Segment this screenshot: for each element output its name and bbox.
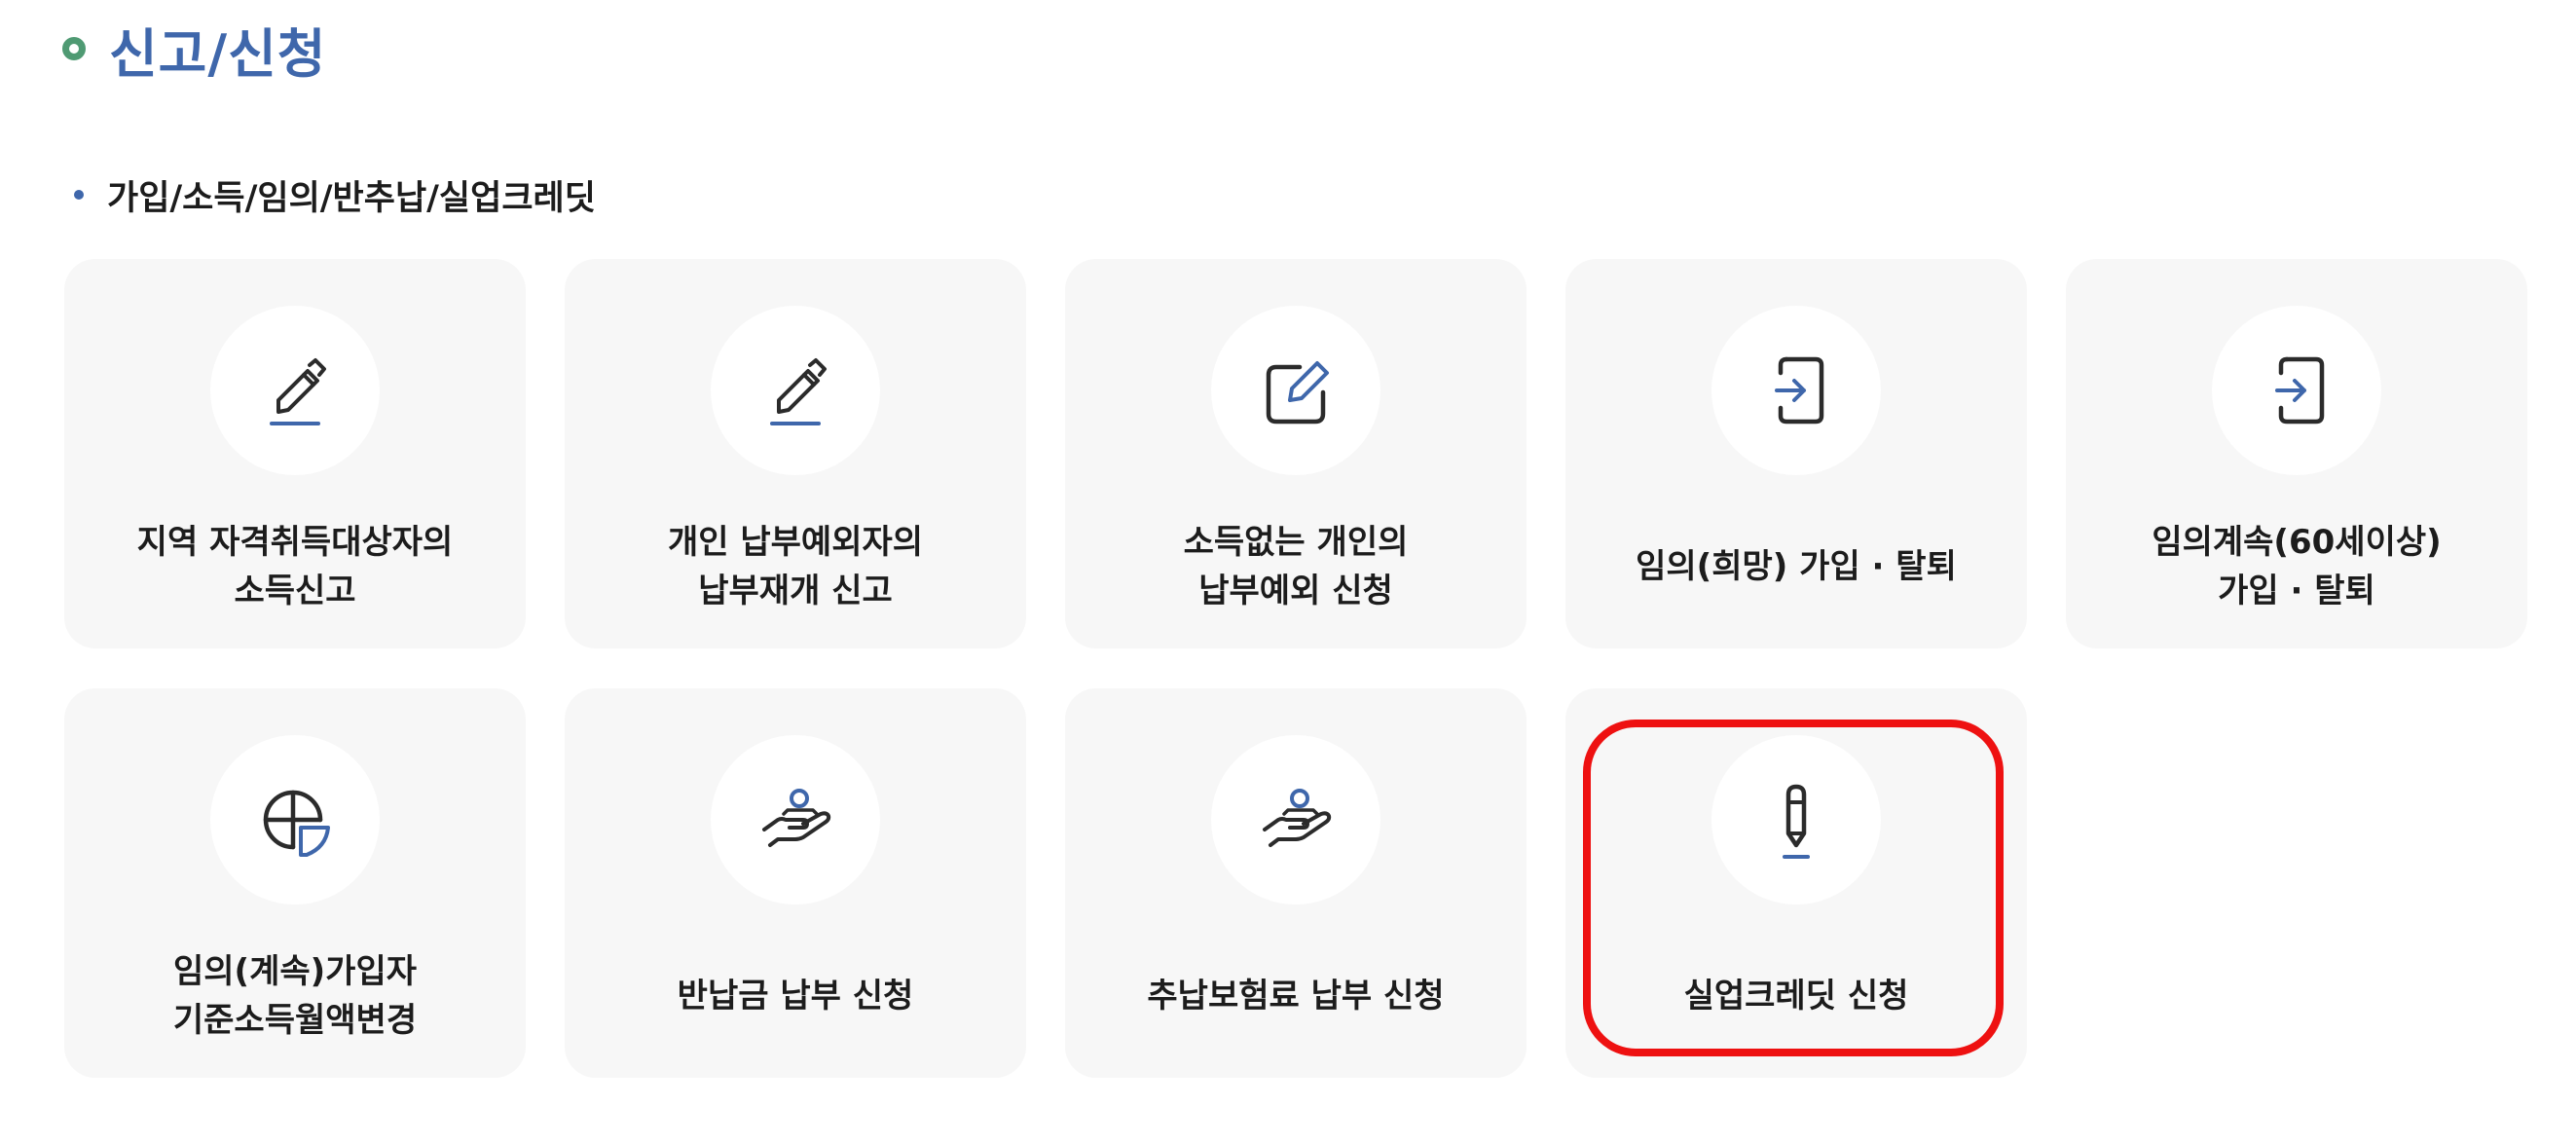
service-card-label-line: 반납금 납부 신청 [677, 977, 914, 1016]
pie-chart-icon [210, 735, 380, 905]
service-card-label-line: 추납보험료 납부 신청 [1147, 977, 1445, 1016]
service-card[interactable]: 임의(계속)가입자기준소득월액변경 [64, 688, 526, 1078]
section-title: 가입/소득/임의/반추납/실업크레딧 [74, 167, 596, 222]
service-card[interactable]: 개인 납부예외자의납부재개 신고 [565, 259, 1026, 648]
service-card-grid: 지역 자격취득대상자의소득신고 개인 납부예외자의납부재개 신고 소득없는 개인의납… [64, 259, 2527, 1078]
service-card-label: 소득없는 개인의납부예외 신청 [1075, 485, 1517, 648]
service-card-label-line: 납부예외 신청 [1198, 572, 1393, 610]
section-bullet-icon [74, 190, 84, 200]
service-card-label-line: 임의계속(60세이상) [2152, 523, 2442, 562]
service-card-label: 반납금 납부 신청 [574, 914, 1016, 1078]
service-card[interactable]: 임의계속(60세이상) 가입 · 탈퇴 [2066, 259, 2527, 648]
sign-in-icon [1711, 306, 1881, 475]
service-card-label-line: 지역 자격취득대상자의 [136, 523, 454, 562]
service-card[interactable]: 소득없는 개인의납부예외 신청 [1065, 259, 1527, 648]
service-card-label-line: 소득신고 [234, 572, 356, 610]
service-card[interactable]: 반납금 납부 신청 [565, 688, 1026, 1078]
service-card-label: 임의(희망) 가입 · 탈퇴 [1575, 485, 2017, 648]
service-card[interactable]: 지역 자격취득대상자의소득신고 [64, 259, 526, 648]
service-card-label-line: 실업크레딧 신청 [1683, 977, 1909, 1016]
hand-person-icon [1211, 735, 1380, 905]
section-title-text: 가입/소득/임의/반추납/실업크레딧 [107, 178, 596, 218]
service-card-label: 개인 납부예외자의납부재개 신고 [574, 485, 1016, 648]
service-card-label-line: 가입 · 탈퇴 [2218, 572, 2375, 610]
service-card-label: 추납보험료 납부 신청 [1075, 914, 1517, 1078]
service-card-label-line: 임의(희망) 가입 · 탈퇴 [1636, 547, 1957, 586]
service-card[interactable]: 임의(희망) 가입 · 탈퇴 [1565, 259, 2027, 648]
hand-person-icon [711, 735, 880, 905]
service-card-label-line: 기준소득월액변경 [172, 1001, 418, 1040]
service-card-label-line: 임의(계속)가입자 [172, 952, 418, 991]
title-bullet-icon [62, 37, 86, 60]
service-card-label: 실업크레딧 신청 [1575, 914, 2017, 1078]
sign-in-icon [2212, 306, 2381, 475]
pen-icon [1711, 735, 1881, 905]
pencil-edit-icon [711, 306, 880, 475]
service-card[interactable]: 추납보험료 납부 신청 [1065, 688, 1527, 1078]
service-card-label-line: 개인 납부예외자의 [667, 523, 924, 562]
page-title: 신고/신청 [62, 10, 326, 88]
service-card-label-line: 소득없는 개인의 [1183, 523, 1409, 562]
service-card-label: 임의(계속)가입자기준소득월액변경 [74, 914, 516, 1078]
service-card-label: 임의계속(60세이상) 가입 · 탈퇴 [2076, 485, 2518, 648]
service-card[interactable]: 실업크레딧 신청 [1565, 688, 2027, 1078]
service-card-label: 지역 자격취득대상자의소득신고 [74, 485, 516, 648]
pencil-edit-icon [210, 306, 380, 475]
edit-document-icon [1211, 306, 1380, 475]
page-title-text: 신고/신청 [109, 22, 327, 85]
service-card-label-line: 납부재개 신고 [698, 572, 893, 610]
